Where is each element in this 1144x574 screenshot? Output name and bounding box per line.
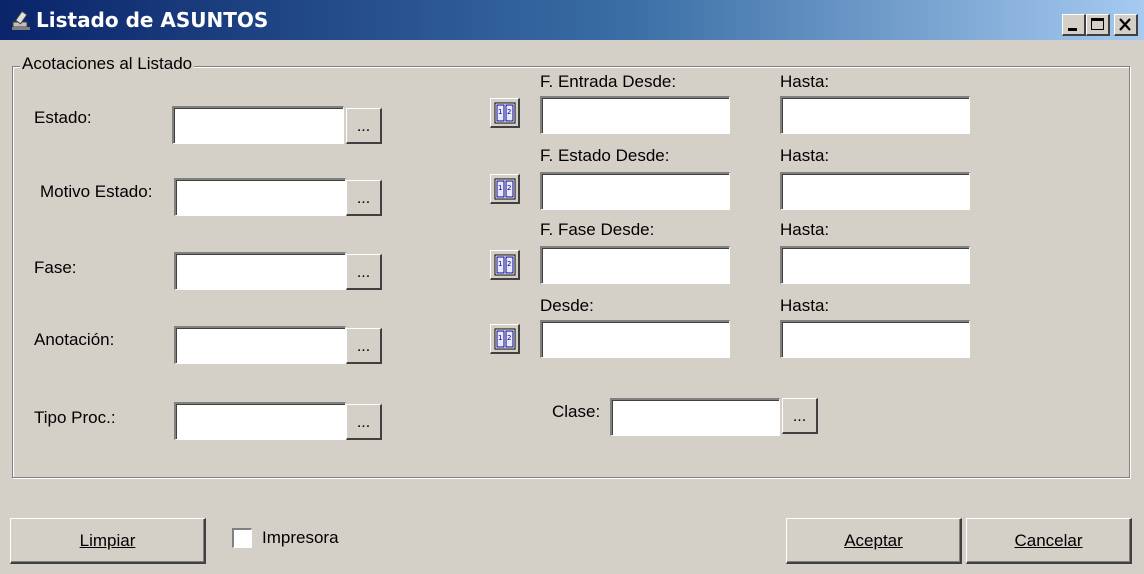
fecha-estado-hasta-label: Hasta:	[780, 146, 830, 165]
fecha-entrada-calendar-button[interactable]: 1 2	[490, 98, 520, 128]
fecha-entrada-hasta-label: Hasta:	[780, 72, 830, 91]
minimize-button[interactable]	[1062, 14, 1086, 36]
svg-text:1: 1	[498, 260, 502, 268]
gavel-icon	[12, 10, 30, 30]
window-title: Listado de ASUNTOS	[36, 8, 269, 32]
fecha-estado-hasta-input[interactable]	[780, 172, 970, 210]
motivo-estado-input[interactable]	[174, 178, 346, 216]
close-button[interactable]	[1114, 14, 1138, 36]
clear-button-label: Limpiar	[79, 531, 136, 550]
hasta-input[interactable]	[780, 320, 970, 358]
fecha-fase-calendar-button[interactable]: 1 2	[490, 250, 520, 280]
desde-label: Desde:	[540, 296, 594, 315]
fecha-estado-desde-label: F. Estado Desde:	[540, 146, 670, 165]
estado-input[interactable]	[172, 106, 344, 144]
fecha-fase-desde-input[interactable]	[540, 246, 730, 284]
hasta-label: Hasta:	[780, 296, 830, 315]
calendar-icon: 1 2	[494, 178, 516, 200]
motivo-estado-browse-button[interactable]: ...	[346, 180, 382, 216]
printer-label: Impresora	[262, 528, 339, 547]
anotacion-browse-button[interactable]: ...	[346, 328, 382, 364]
fecha-estado-desde-input[interactable]	[540, 172, 730, 210]
svg-text:2: 2	[507, 260, 511, 268]
cancel-button-label: Cancelar	[1014, 531, 1083, 550]
svg-text:2: 2	[507, 184, 511, 192]
group-label: Acotaciones al Listado	[20, 54, 195, 74]
close-icon	[1119, 18, 1131, 31]
accept-button[interactable]: Aceptar	[786, 518, 962, 564]
desde-input[interactable]	[540, 320, 730, 358]
clase-browse-button[interactable]: ...	[782, 398, 818, 434]
svg-text:1: 1	[498, 108, 502, 116]
fecha-estado-calendar-button[interactable]: 1 2	[490, 174, 520, 204]
fecha-fase-desde-label: F. Fase Desde:	[540, 220, 655, 239]
svg-text:1: 1	[498, 334, 502, 342]
anotacion-label: Anotación:	[34, 330, 115, 349]
estado-label: Estado:	[34, 108, 92, 127]
anotacion-input[interactable]	[174, 326, 346, 364]
svg-text:2: 2	[507, 334, 511, 342]
estado-browse-button[interactable]: ...	[346, 108, 382, 144]
fecha-entrada-desde-input[interactable]	[540, 96, 730, 134]
clear-button[interactable]: Limpiar	[10, 518, 206, 564]
title-bar: Listado de ASUNTOS	[0, 0, 1144, 40]
fase-input[interactable]	[174, 252, 346, 290]
fecha-fase-hasta-input[interactable]	[780, 246, 970, 284]
cancel-button[interactable]: Cancelar	[966, 518, 1132, 564]
calendar-icon: 1 2	[494, 254, 516, 276]
clase-label: Clase:	[552, 402, 601, 421]
clase-input[interactable]	[610, 398, 780, 436]
calendar-icon: 1 2	[494, 328, 516, 350]
svg-text:1: 1	[498, 184, 502, 192]
motivo-estado-label: Motivo Estado:	[40, 182, 153, 201]
printer-checkbox[interactable]	[232, 528, 252, 548]
maximize-button[interactable]	[1086, 14, 1110, 36]
desde-calendar-button[interactable]: 1 2	[490, 324, 520, 354]
fecha-entrada-desde-label: F. Entrada Desde:	[540, 72, 677, 91]
fecha-fase-hasta-label: Hasta:	[780, 220, 830, 239]
fase-label: Fase:	[34, 258, 77, 277]
fase-browse-button[interactable]: ...	[346, 254, 382, 290]
svg-text:2: 2	[507, 108, 511, 116]
accept-button-label: Aceptar	[844, 531, 903, 550]
maximize-icon	[1091, 18, 1104, 30]
fecha-entrada-hasta-input[interactable]	[780, 96, 970, 134]
tipo-proc-label: Tipo Proc.:	[34, 408, 116, 427]
tipo-proc-input[interactable]	[174, 402, 346, 440]
minimize-icon	[1068, 28, 1077, 31]
tipo-proc-browse-button[interactable]: ...	[346, 404, 382, 440]
calendar-icon: 1 2	[494, 102, 516, 124]
